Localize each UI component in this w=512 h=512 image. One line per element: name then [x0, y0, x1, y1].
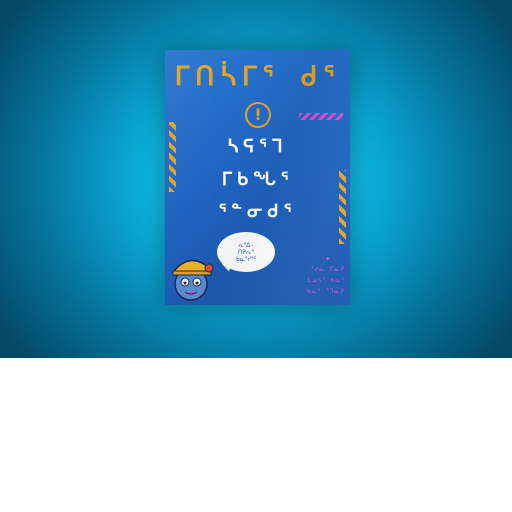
- bubble-line-1: ᕆᕐᐃ-: [238, 241, 254, 249]
- poster-line-3: ᕐᓐᓂᑯᕐ: [218, 201, 297, 222]
- poster-title: ᒥᑎᓵᒥᕐ ᑯᕐ: [174, 62, 341, 92]
- poster: ᒥᑎᓵᒥᕐ ᑯᕐ ! ᓴᕋᕐᒣ ᒥᑲᖓᕐ ᕐᓐᓂᑯᕐ ᕆᕐᐃ- ᑎᕈᕆᕐ ᑲᓇᕐ…: [165, 50, 350, 305]
- bubble-line-3: ᑲᓇᕐᓯᕐᑦ: [235, 255, 257, 263]
- pink-stripes-decoration: [299, 113, 343, 120]
- poster-line-2: ᒥᑲᖓᕐ: [221, 169, 294, 190]
- mascot-character-icon: [172, 259, 214, 301]
- poster-line-1: ᓴᕋᕐᒣ: [227, 136, 288, 157]
- bubble-line-2: ᑎᕈᕆᕐ: [237, 248, 254, 256]
- alert-icon: !: [245, 102, 271, 128]
- credits-line-1: ᕐᓱᓇ ᒥᓇᕈ: [311, 266, 345, 273]
- star-icon: ✦: [325, 254, 331, 264]
- credits-line-3: ᑲᓇᑦ ᕐᒣᓇᕈ: [307, 288, 345, 295]
- credits-block: ᕐᓱᓇ ᒥᓇᕈ ᒪᓄᓴᕐ ᑲᓇᑦ ᑲᓇᑦ ᕐᒣᓇᕈ: [261, 264, 345, 297]
- credits-line-2: ᒪᓄᓴᕐ ᑲᓇᑦ: [307, 277, 345, 284]
